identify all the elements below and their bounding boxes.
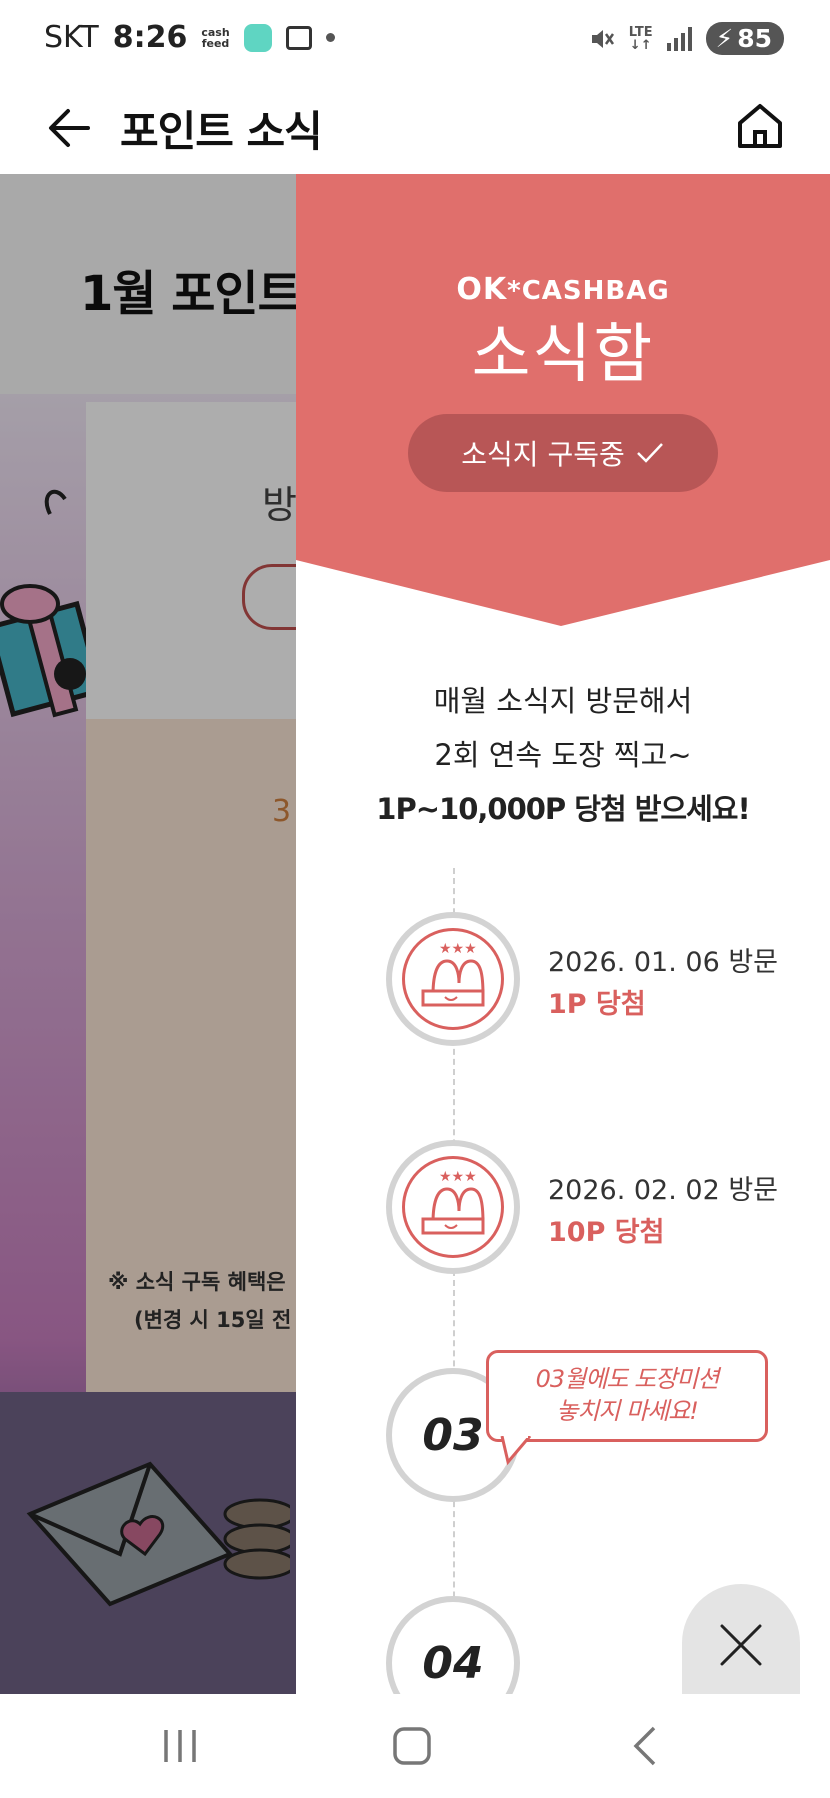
bubble-line1: 03월에도 도장미션: [535, 1365, 720, 1393]
close-icon: [720, 1624, 762, 1666]
panel-title: 소식함: [471, 318, 655, 392]
svg-text:★★★: ★★★: [439, 1169, 477, 1185]
app-bar: 포인트 소식: [0, 78, 830, 174]
intro-line2: 2회 연속 도장 찍고~: [434, 738, 692, 772]
recent-apps-icon: [164, 1730, 196, 1762]
page-title: 포인트 소식: [120, 107, 323, 156]
status-left: SKT 8:26 cash feed: [44, 20, 335, 55]
bunny-stamp-icon: ★★★: [421, 1169, 485, 1235]
svg-text:★★★: ★★★: [439, 941, 477, 957]
battery-level: 85: [737, 24, 772, 53]
status-bar: SKT 8:26 cash feed LTE ↓↑ ⚡ 85: [0, 0, 830, 78]
carrier-label: SKT: [44, 20, 99, 55]
subscribe-status-button[interactable]: 소식지 구독중: [408, 414, 718, 492]
arrow-left-icon: [49, 109, 90, 147]
panel-header-background: [296, 174, 830, 626]
reminder-bubble: 03월에도 도장미션 놓치지 마세요!: [486, 1350, 768, 1442]
screenshot-icon: [285, 25, 312, 50]
system-nav-bar: [0, 1694, 830, 1798]
intro-text: 매월 소식지 방문해서 2회 연속 도장 찍고~ 1P~10,000P 당첨 받…: [296, 674, 830, 836]
battery-indicator: ⚡ 85: [705, 22, 784, 55]
bubble-tail: [500, 1436, 532, 1466]
network-arrows: ↓↑: [629, 37, 652, 53]
slot-number: 04: [422, 1637, 484, 1689]
bunny-stamp-icon: ★★★: [421, 941, 485, 1007]
visit-1-prize: 1P 당첨: [548, 989, 646, 1020]
mute-icon: [591, 29, 614, 48]
stamp-inner: ★★★: [402, 1156, 504, 1258]
check-icon: [636, 443, 663, 463]
sparkle-icon: *: [507, 276, 522, 306]
app-notification-icon: [243, 23, 272, 52]
more-notifications-dot-icon: [325, 33, 335, 42]
news-box-panel: OK*CASHBAG 소식함 소식지 구독중 매월 소식지 방문해서 2회 연속…: [296, 174, 830, 1694]
stamp-slot-04: 04: [386, 1596, 520, 1694]
intro-line1: 매월 소식지 방문해서: [433, 684, 693, 718]
intro-line3: 1P~10,000P 당첨 받으세요!: [376, 792, 750, 826]
clock: 8:26: [112, 20, 188, 55]
back-nav-button[interactable]: [616, 1724, 676, 1768]
brand-label: OK*CASHBAG: [296, 272, 830, 307]
ok-cashbag-logo: OK*CASHBAG 소식함: [296, 272, 830, 395]
visit-1-date: 2026. 01. 06 방문: [548, 947, 779, 978]
network-type-icon: LTE ↓↑: [629, 26, 653, 52]
home-nav-icon: [393, 1727, 431, 1765]
stamp-visit-1: ★★★: [386, 912, 520, 1046]
signal-icon: [666, 26, 692, 51]
recent-apps-button[interactable]: [150, 1724, 210, 1768]
visit-2-date: 2026. 02. 02 방문: [548, 1175, 779, 1206]
back-button[interactable]: [40, 98, 100, 158]
stamp-inner: ★★★: [402, 928, 504, 1030]
cashfeed-line2: feed: [201, 36, 230, 50]
bubble-line2: 놓치지 마세요!: [556, 1397, 699, 1425]
cashfeed-icon: cash feed: [201, 27, 229, 49]
brand-prefix: OK: [456, 272, 508, 307]
home-nav-button[interactable]: [382, 1724, 442, 1768]
status-right: LTE ↓↑ ⚡ 85: [589, 22, 784, 55]
charging-icon: ⚡: [715, 24, 734, 53]
close-button[interactable]: [682, 1584, 800, 1694]
brand-name: CASHBAG: [521, 276, 670, 306]
stamp-visit-2: ★★★: [386, 1140, 520, 1274]
back-nav-icon: [633, 1726, 656, 1766]
home-icon: [738, 104, 782, 148]
subscribe-label: 소식지 구독중: [461, 438, 625, 471]
dim-overlay[interactable]: [0, 174, 296, 1694]
visit-2-prize: 10P 당첨: [548, 1217, 665, 1248]
home-button[interactable]: [730, 96, 790, 156]
